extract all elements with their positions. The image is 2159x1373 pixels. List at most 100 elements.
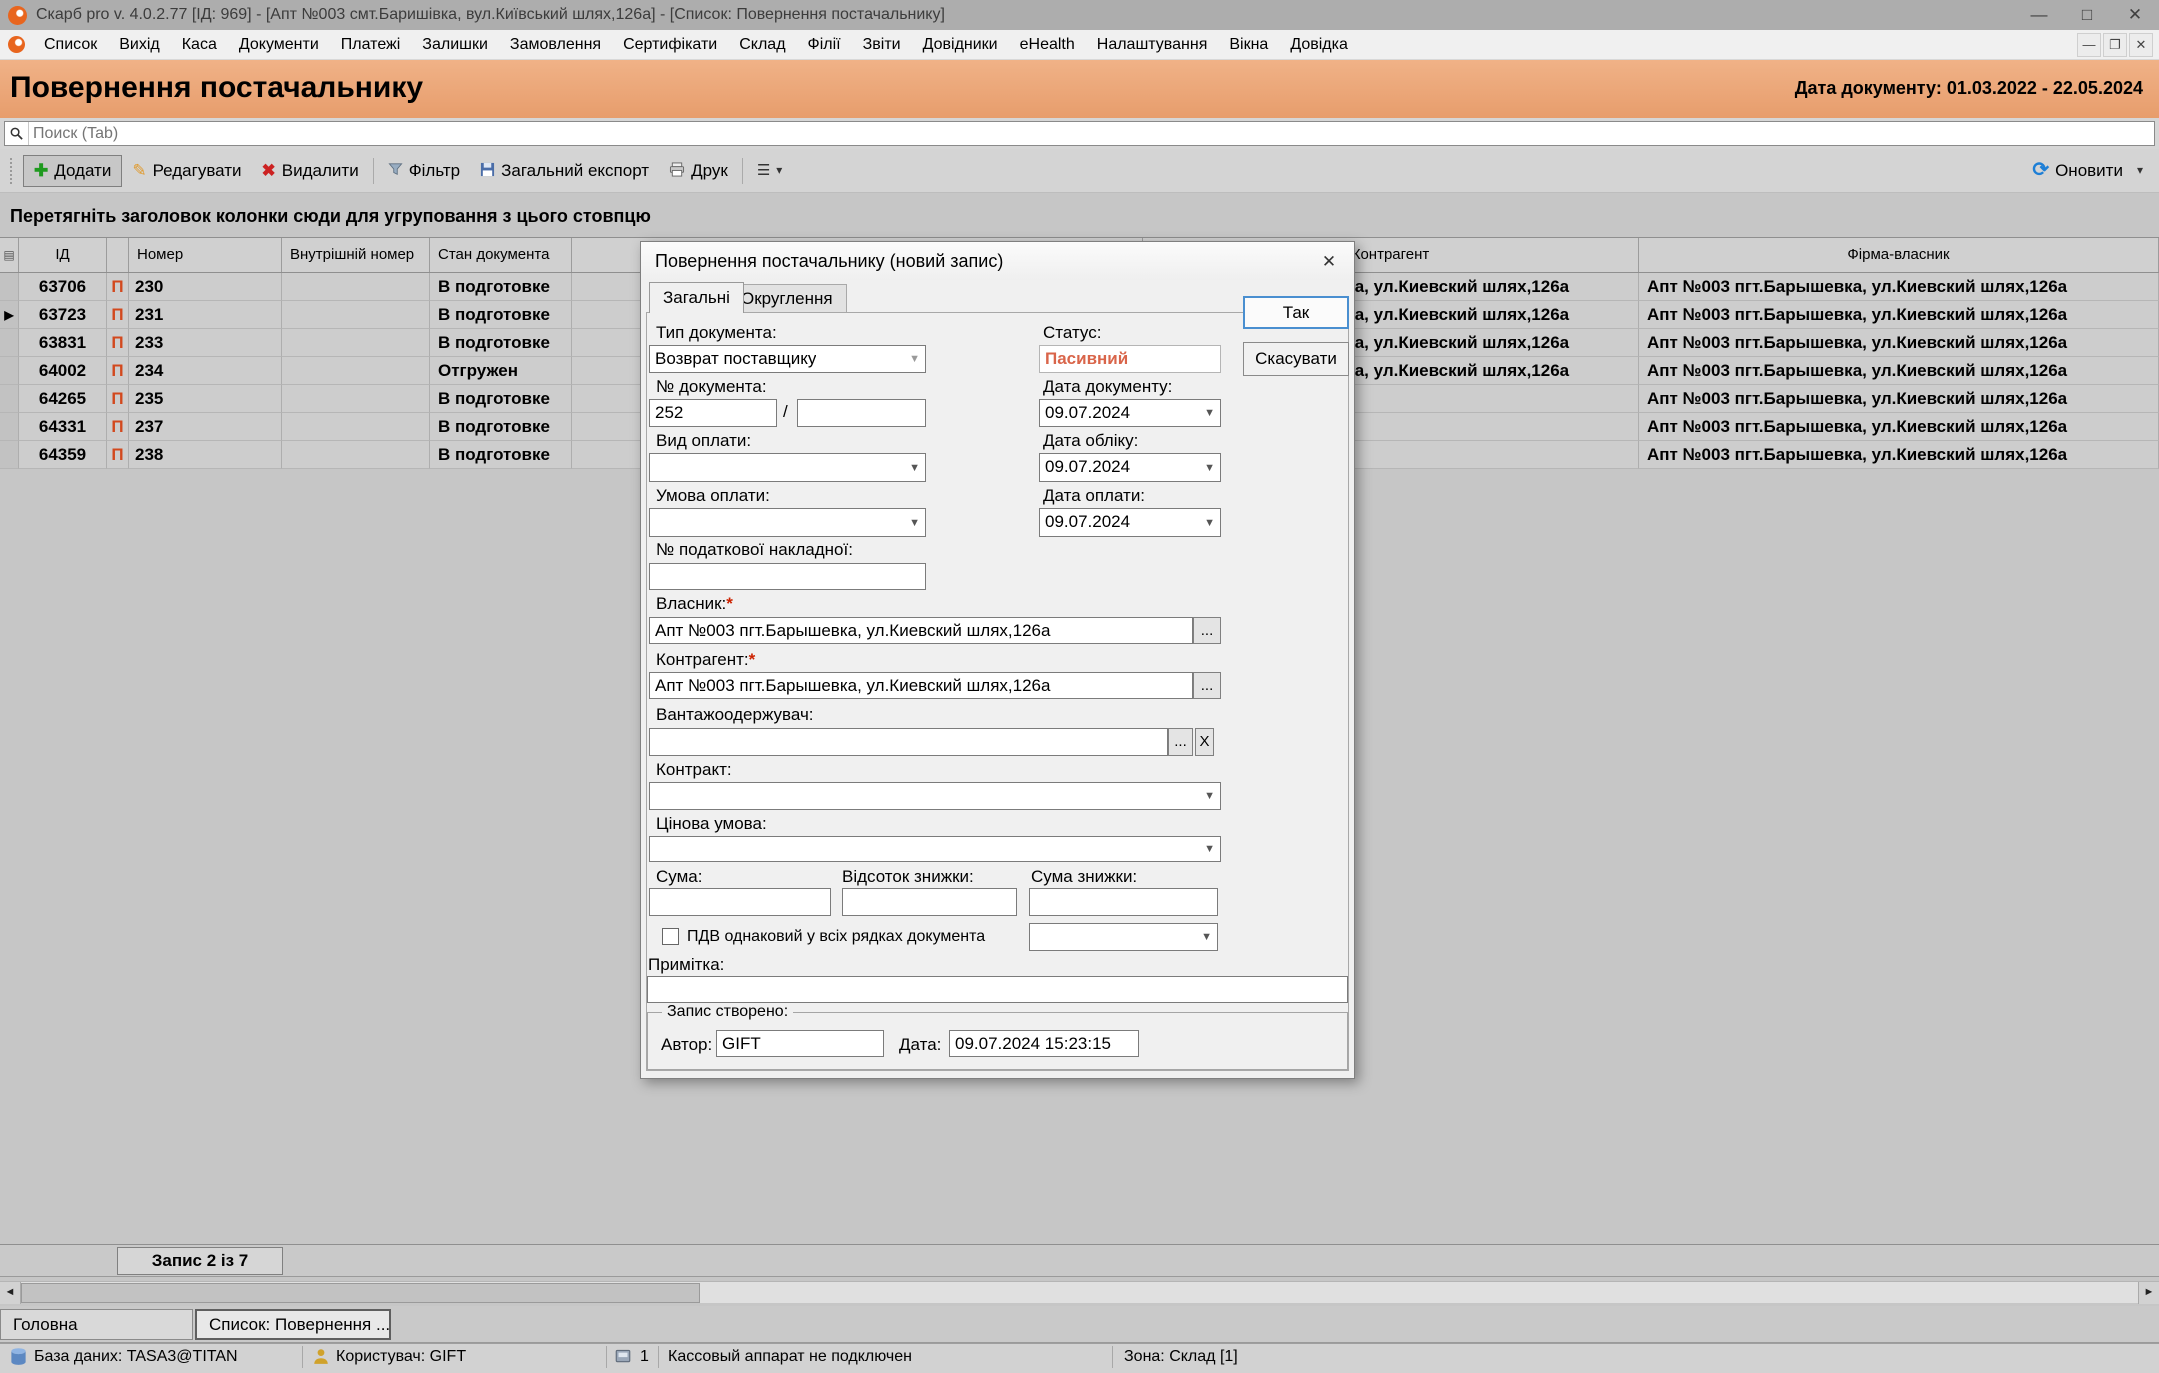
cell-inner-number	[282, 441, 430, 469]
print-button[interactable]: Друк	[659, 155, 738, 187]
cell-marker: П	[107, 357, 129, 385]
cell-inner-number	[282, 357, 430, 385]
scrollbar-thumb[interactable]	[21, 1283, 700, 1303]
dialog-close-icon[interactable]: ✕	[1314, 249, 1344, 275]
menu-item-vikna[interactable]: Вікна	[1218, 30, 1279, 59]
owner-lookup-button[interactable]: ...	[1193, 617, 1221, 644]
cell-state: В подготовке	[430, 385, 572, 413]
search-input[interactable]	[31, 122, 2131, 145]
menu-item-nalashtuvannia[interactable]: Налаштування	[1086, 30, 1219, 59]
consignee-input[interactable]	[649, 728, 1168, 756]
refresh-button[interactable]: ⟳ Оновити	[2022, 155, 2133, 187]
menu-item-platezhi[interactable]: Платежі	[330, 30, 412, 59]
tax-invoice-input[interactable]	[649, 563, 926, 590]
doc-type-select[interactable]: Возврат поставщику ▼	[649, 345, 926, 373]
menu-item-dovidnyky[interactable]: Довідники	[912, 30, 1009, 59]
discount-sum-input[interactable]	[1029, 888, 1218, 916]
price-term-select[interactable]: ▼	[649, 836, 1221, 862]
print-button-label: Друк	[691, 161, 728, 181]
doc-date-select[interactable]: 09.07.2024 ▼	[1039, 399, 1221, 427]
pay-date-select[interactable]: 09.07.2024 ▼	[1039, 508, 1221, 537]
menu-item-kasa[interactable]: Каса	[171, 30, 228, 59]
export-button[interactable]: Загальний експорт	[470, 155, 659, 187]
menu-item-sklad[interactable]: Склад	[728, 30, 796, 59]
contract-select[interactable]: ▼	[649, 782, 1221, 810]
menu-item-sertyfikaty[interactable]: Сертифікати	[612, 30, 728, 59]
chevron-down-icon: ▼	[1204, 790, 1215, 802]
owner-input[interactable]	[649, 617, 1193, 644]
column-header-marker[interactable]	[107, 238, 129, 272]
tab-home[interactable]: Головна	[0, 1309, 193, 1340]
menu-item-dovidka[interactable]: Довідка	[1279, 30, 1359, 59]
row-indicator-cell	[0, 413, 19, 441]
pay-term-select[interactable]: ▼	[649, 508, 926, 537]
vat-rate-select[interactable]: ▼	[1029, 923, 1218, 951]
filter-button[interactable]: Фільтр	[378, 155, 470, 187]
owner-label: Власник:*	[656, 594, 733, 614]
mdi-close-icon[interactable]: ✕	[2129, 33, 2153, 57]
menu-item-filii[interactable]: Філії	[797, 30, 852, 59]
tax-invoice-label: № податкової накладної:	[656, 540, 853, 560]
minimize-icon[interactable]: —	[2015, 0, 2063, 30]
column-header-number[interactable]: Номер	[129, 238, 282, 272]
cell-marker: П	[107, 413, 129, 441]
reg-date-select[interactable]: 09.07.2024 ▼	[1039, 453, 1221, 482]
close-icon[interactable]: ✕	[2111, 0, 2159, 30]
doc-number-input[interactable]	[649, 399, 777, 427]
cell-number: 230	[129, 273, 282, 301]
search-field-frame	[4, 121, 2155, 146]
view-menu-button[interactable]: ☰ ▾	[747, 155, 792, 187]
menu-item-zvity[interactable]: Звіти	[852, 30, 912, 59]
note-input[interactable]	[647, 976, 1348, 1003]
menu-bar: Список Вихід Каса Документи Платежі Зали…	[0, 30, 2159, 60]
edit-button[interactable]: ✎ Редагувати	[122, 155, 251, 187]
scroll-right-icon[interactable]: ►	[2138, 1282, 2159, 1304]
cell-firm-owner: Апт №003 пгт.Барышевка, ул.Киевский шлях…	[1639, 329, 2159, 357]
cell-number: 238	[129, 441, 282, 469]
delete-button-label: Видалити	[282, 161, 359, 181]
discount-sum-label: Сума знижки:	[1031, 867, 1137, 887]
consignee-lookup-button[interactable]: ...	[1168, 728, 1193, 756]
window-title: Скарб pro v. 4.0.2.77 [ІД: 969] - [Апт №…	[36, 6, 945, 24]
add-button[interactable]: ✚ Додати	[23, 155, 122, 187]
menu-item-ehealth[interactable]: eHealth	[1009, 30, 1086, 59]
created-date-label: Дата:	[899, 1035, 941, 1055]
search-row	[0, 118, 2159, 149]
cell-id: 63706	[19, 273, 107, 301]
maximize-icon[interactable]: □	[2063, 0, 2111, 30]
dialog-tab-general[interactable]: Загальні	[649, 282, 744, 313]
cell-marker: П	[107, 329, 129, 357]
pay-type-select[interactable]: ▼	[649, 453, 926, 482]
column-header-id[interactable]: ІД	[19, 238, 107, 272]
consignee-clear-button[interactable]: X	[1195, 728, 1214, 756]
contragent-lookup-button[interactable]: ...	[1193, 672, 1221, 699]
column-header-state[interactable]: Стан документа	[430, 238, 572, 272]
mdi-restore-icon[interactable]: ❐	[2103, 33, 2127, 57]
dialog-tab-rounding[interactable]: Округлення	[727, 284, 847, 313]
column-header-inner-number[interactable]: Внутрішній номер	[282, 238, 430, 272]
menu-item-zalyshky[interactable]: Залишки	[411, 30, 499, 59]
ok-button[interactable]: Так	[1243, 296, 1349, 329]
contragent-input[interactable]	[649, 672, 1193, 699]
sum-input[interactable]	[649, 888, 831, 916]
column-header-firm-owner[interactable]: Фірма-власник	[1639, 238, 2159, 272]
horizontal-scrollbar[interactable]: ◄ ►	[0, 1281, 2159, 1303]
tab-list-returns[interactable]: Список: Повернення ...	[195, 1309, 391, 1340]
menu-item-dokumenty[interactable]: Документи	[228, 30, 330, 59]
menu-item-vyhid[interactable]: Вихід	[108, 30, 171, 59]
vat-same-checkbox[interactable]	[662, 928, 679, 945]
menu-item-zamovlennia[interactable]: Замовлення	[499, 30, 612, 59]
mdi-minimize-icon[interactable]: —	[2077, 33, 2101, 57]
add-icon: ✚	[34, 162, 48, 179]
cancel-button[interactable]: Скасувати	[1243, 342, 1349, 376]
chevron-down-icon: ▼	[1204, 462, 1215, 474]
scroll-left-icon[interactable]: ◄	[0, 1282, 21, 1304]
author-input[interactable]	[716, 1030, 884, 1057]
created-date-input[interactable]	[949, 1030, 1139, 1057]
menu-item-spisok[interactable]: Список	[33, 30, 108, 59]
delete-button[interactable]: ✖ Видалити	[252, 155, 369, 187]
doc-number2-input[interactable]	[797, 399, 926, 427]
add-button-label: Додати	[54, 161, 111, 181]
refresh-dropdown-icon[interactable]: ▾	[2137, 162, 2143, 179]
discount-percent-input[interactable]	[842, 888, 1017, 916]
